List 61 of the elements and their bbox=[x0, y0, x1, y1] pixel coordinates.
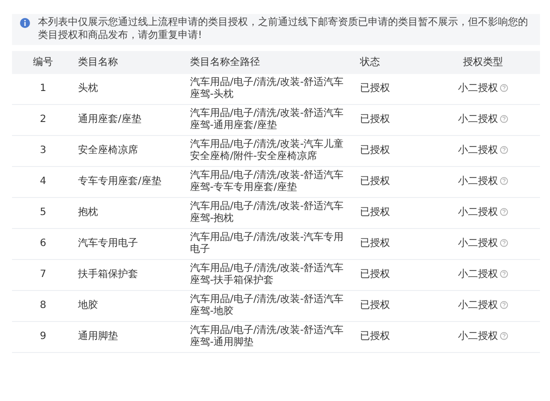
table-cell: 汽车用品/电子/清洗/改装-舒适汽车座驾-通用座套/座垫 bbox=[190, 108, 344, 131]
table-cell: 小二授权 bbox=[458, 331, 498, 342]
notice-text: 本列表中仅展示您通过线上流程申请的类目授权，之前通过线下邮寄资质已申请的类目暂不展示，但不影响您的类目授权和商品发布，请勿重复申请! bbox=[38, 17, 529, 42]
table-cell: 汽车用品/电子/清洗/改装-舒适汽车座驾-专车专用座套/座垫 bbox=[190, 170, 344, 193]
table-cell: 扶手箱保护套 bbox=[78, 269, 138, 280]
help-icon[interactable] bbox=[500, 84, 508, 92]
table-cell: 已授权 bbox=[360, 238, 390, 249]
table-cell: 已授权 bbox=[360, 207, 390, 218]
table-cell: 已授权 bbox=[360, 145, 390, 156]
table-cell: 8 bbox=[40, 300, 46, 311]
table-cell: 汽车用品/电子/清洗/改装-汽车专用电子 bbox=[190, 232, 344, 255]
info-icon bbox=[20, 18, 30, 28]
table-cell: 已授权 bbox=[360, 331, 390, 342]
table-cell: 汽车用品/电子/清洗/改装-舒适汽车座驾-头枕 bbox=[190, 77, 344, 100]
table-cell: 已授权 bbox=[360, 176, 390, 187]
table-cell: 小二授权 bbox=[458, 83, 498, 94]
help-icon[interactable] bbox=[500, 239, 508, 247]
table-cell: 汽车专用电子 bbox=[78, 238, 138, 249]
table-cell: 小二授权 bbox=[458, 176, 498, 187]
table-cell: 汽车用品/电子/清洗/改装-舒适汽车座驾-地胶 bbox=[190, 294, 344, 317]
help-icon[interactable] bbox=[500, 115, 508, 123]
help-icon[interactable] bbox=[500, 146, 508, 154]
table-cell: 通用脚垫 bbox=[78, 331, 118, 342]
table-cell: 2 bbox=[40, 114, 46, 125]
column-header: 编号 bbox=[33, 57, 53, 68]
table-cell: 专车专用座套/座垫 bbox=[78, 176, 162, 187]
table-cell: 7 bbox=[40, 269, 46, 280]
column-header: 状态 bbox=[360, 57, 380, 68]
table-cell: 1 bbox=[40, 83, 46, 94]
table-cell: 小二授权 bbox=[458, 145, 498, 156]
help-icon[interactable] bbox=[500, 208, 508, 216]
table-cell: 4 bbox=[40, 176, 46, 187]
column-header: 类目名称全路径 bbox=[190, 57, 260, 68]
table-cell: 通用座套/座垫 bbox=[78, 114, 142, 125]
column-header: 授权类型 bbox=[463, 57, 503, 68]
table-cell: 地胶 bbox=[78, 300, 98, 311]
table-cell: 汽车用品/电子/清洗/改装-汽车儿童安全座椅/附件-安全座椅凉席 bbox=[190, 139, 344, 162]
help-icon[interactable] bbox=[500, 270, 508, 278]
table-cell: 已授权 bbox=[360, 83, 390, 94]
table-cell: 汽车用品/电子/清洗/改装-舒适汽车座驾-抱枕 bbox=[190, 201, 344, 224]
help-icon[interactable] bbox=[500, 301, 508, 309]
table-cell: 汽车用品/电子/清洗/改装-舒适汽车座驾-扶手箱保护套 bbox=[190, 263, 344, 286]
table-cell: 小二授权 bbox=[458, 238, 498, 249]
table-cell: 抱枕 bbox=[78, 207, 98, 218]
table-cell: 小二授权 bbox=[458, 300, 498, 311]
table-cell: 9 bbox=[40, 331, 46, 342]
table-cell: 安全座椅凉席 bbox=[78, 145, 138, 156]
table-cell: 已授权 bbox=[360, 269, 390, 280]
table-cell: 小二授权 bbox=[458, 114, 498, 125]
table-cell: 5 bbox=[40, 207, 46, 218]
table-cell: 小二授权 bbox=[458, 207, 498, 218]
table-cell: 3 bbox=[40, 145, 46, 156]
help-icon[interactable] bbox=[500, 332, 508, 340]
table-cell: 已授权 bbox=[360, 114, 390, 125]
table-cell: 已授权 bbox=[360, 300, 390, 311]
table-cell: 6 bbox=[40, 238, 46, 249]
help-icon[interactable] bbox=[500, 177, 508, 185]
table-cell: 汽车用品/电子/清洗/改装-舒适汽车座驾-通用脚垫 bbox=[190, 325, 344, 348]
column-header: 类目名称 bbox=[78, 57, 118, 68]
table-cell: 头枕 bbox=[78, 83, 98, 94]
table-cell: 小二授权 bbox=[458, 269, 498, 280]
